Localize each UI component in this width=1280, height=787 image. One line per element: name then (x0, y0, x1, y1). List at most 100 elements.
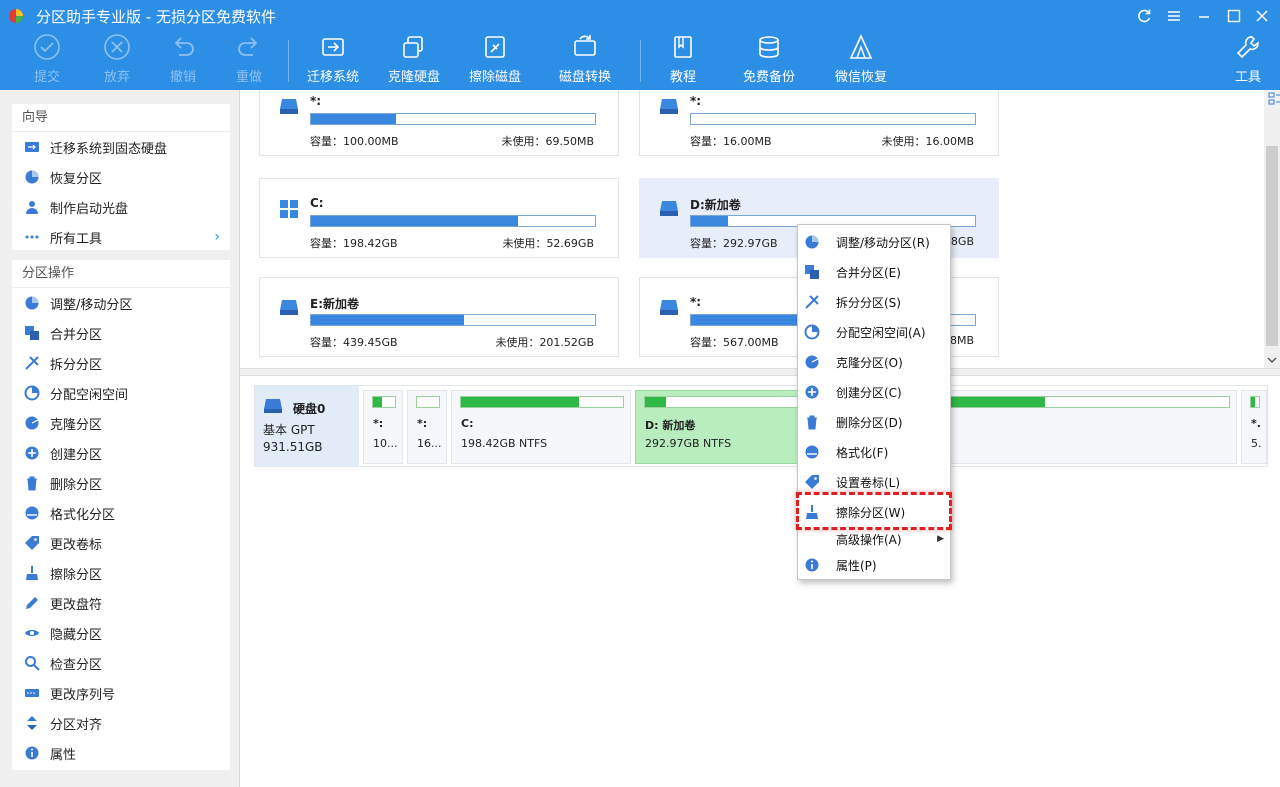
card-capacity: 容量：16.00MB (690, 133, 772, 149)
tutorial-button[interactable]: 教程 (658, 32, 708, 90)
migrate-os-button[interactable]: 迁移系统 (303, 32, 363, 90)
segment-name: D: 新加卷 (645, 419, 696, 432)
card-capacity-value: 16.00MB (723, 135, 772, 148)
context-menu-label: 格式化(F) (836, 445, 889, 460)
pie-resize-icon (25, 296, 39, 310)
sidebar-item-merge[interactable]: 合并分区 (12, 318, 230, 348)
partition-card[interactable]: E:新加卷 容量：439.45GB 未使用：201.52GB (259, 277, 619, 357)
tools-button[interactable]: 工具 (1228, 32, 1268, 90)
refresh-button[interactable] (1130, 4, 1158, 28)
migrate-disk-icon (322, 38, 344, 56)
broom-icon (806, 505, 818, 519)
tools-label: 工具 (1234, 70, 1261, 85)
context-menu-item-format[interactable]: 格式化(F) (798, 439, 950, 465)
split-icon (805, 295, 819, 309)
disk-info[interactable]: 硬盘0 基本 GPT 931.51GB (255, 386, 359, 466)
submit-button[interactable]: 提交 (22, 32, 72, 90)
disk-partition-segment[interactable]: *: 16... (407, 390, 447, 464)
usage-bar (310, 314, 596, 326)
sidebar-item-check[interactable]: 检查分区 (12, 648, 230, 678)
person-disc-icon (26, 201, 38, 214)
minimize-button[interactable] (1190, 4, 1218, 28)
context-menu-item-split[interactable]: 拆分分区(S) (798, 289, 950, 315)
card-capacity-label: 容量： (690, 237, 723, 250)
segment-usage-bar (460, 396, 624, 408)
clone-partition-icon (25, 416, 39, 430)
discard-button[interactable]: 放弃 (92, 32, 142, 90)
maximize-button[interactable] (1220, 4, 1248, 28)
scroll-thumb[interactable] (1266, 146, 1278, 346)
context-menu-item-delete[interactable]: 删除分区(D) (798, 409, 950, 435)
wipe-disk-button[interactable]: 擦除磁盘 (465, 32, 525, 90)
context-menu-item-merge[interactable]: 合并分区(E) (798, 259, 950, 285)
context-menu-item-allocate-free-space[interactable]: 分配空闲空间(A) (798, 319, 950, 345)
sidebar-item-split[interactable]: 拆分分区 (12, 348, 230, 378)
view-toggle-icon[interactable] (1267, 90, 1280, 108)
sidebar-item-wipe[interactable]: 擦除分区 (12, 558, 230, 588)
menu-button[interactable] (1160, 4, 1188, 28)
wechat-recover-button[interactable]: 微信恢复 (830, 32, 892, 90)
card-free: 未使用：201.52GB (495, 334, 594, 350)
context-menu-item-resize-move[interactable]: 调整/移动分区(R) (798, 229, 950, 255)
windows-icon (280, 200, 298, 218)
vertical-scrollbar[interactable] (1264, 90, 1280, 368)
context-menu-item-properties[interactable]: 属性(P) (798, 552, 950, 578)
segment-usage-bar (372, 396, 396, 408)
card-capacity-value: 292.97GB (723, 237, 778, 250)
merge-icon (805, 265, 819, 279)
context-menu-item-advanced[interactable]: 高级操作(A) ▶ (798, 526, 950, 552)
sidebar-item-change-letter[interactable]: 更改盘符 (12, 588, 230, 618)
disk-row[interactable]: 硬盘0 基本 GPT 931.51GB *: 10... *: 16... C:… (254, 385, 1268, 467)
undo-button[interactable]: 撤销 (158, 32, 208, 90)
redo-button[interactable]: 重做 (224, 32, 274, 90)
more-dots-icon (25, 235, 39, 239)
sidebar-item-clone[interactable]: 克隆分区 (12, 408, 230, 438)
context-menu-label: 属性(P) (836, 558, 877, 573)
recover-icon (849, 34, 873, 59)
sidebar-item-align[interactable]: 分区对齐 (12, 708, 230, 738)
clone-disk-button[interactable]: 克隆硬盘 (384, 32, 444, 90)
discard-label: 放弃 (103, 70, 130, 85)
pane-splitter[interactable] (240, 368, 1280, 376)
context-menu-item-wipe[interactable]: 擦除分区(W) (798, 499, 950, 525)
free-backup-button[interactable]: 免费备份 (738, 32, 800, 90)
sidebar-item-properties[interactable]: 属性 (12, 738, 230, 768)
segment-usage-fill (461, 397, 580, 407)
usage-bar-fill (311, 216, 519, 226)
disk-partition-segment[interactable]: C: 198.42GB NTFS (451, 390, 631, 464)
partition-card[interactable]: *: 容量：100.00MB 未使用：69.50MB (259, 90, 619, 156)
chevron-down-icon[interactable] (1266, 354, 1278, 366)
sidebar-item-allocate-free-space[interactable]: 分配空闲空间 (12, 378, 230, 408)
partition-card[interactable]: C: 容量：198.42GB 未使用：52.69GB (259, 178, 619, 258)
sidebar-item-change-serial[interactable]: 更改序列号 (12, 678, 230, 708)
card-free-value: 16.00MB (925, 135, 974, 148)
sidebar-item-create[interactable]: 创建分区 (12, 438, 230, 468)
sidebar-item-recover-partition[interactable]: 恢复分区 (12, 162, 230, 192)
sidebar-item-migrate-ssd[interactable]: 迁移系统到固态硬盘 (12, 132, 230, 162)
context-menu-item-create[interactable]: 创建分区(C) (798, 379, 950, 405)
disk-partition-segment[interactable]: *: 10... (363, 390, 403, 464)
sidebar-item-hide[interactable]: 隐藏分区 (12, 618, 230, 648)
usage-bar-fill (691, 315, 805, 325)
sidebar-item-change-label[interactable]: 更改卷标 (12, 528, 230, 558)
context-menu-item-clone[interactable]: 克隆分区(O) (798, 349, 950, 375)
disk-partition-segment[interactable]: D: 新加卷 292.97GB NTFS (635, 390, 815, 464)
disk-drive-icon (660, 201, 678, 216)
menu-icon (1168, 11, 1180, 21)
sidebar-item-make-boot-disc[interactable]: 制作启动光盘 (12, 192, 230, 222)
sidebar-item-label: 迁移系统到固态硬盘 (50, 141, 168, 157)
card-name: *: (690, 295, 702, 309)
sidebar-item-resize-move[interactable]: 调整/移动分区 (12, 288, 230, 318)
disk-partition-segment[interactable]: *. 5. (1241, 390, 1267, 464)
sidebar-item-all-tools[interactable]: 所有工具 › (12, 222, 230, 252)
sidebar-item-delete[interactable]: 删除分区 (12, 468, 230, 498)
hard-disk-icon (264, 399, 282, 413)
close-button[interactable] (1248, 4, 1276, 28)
info-icon (805, 558, 819, 572)
context-menu-item-set-label[interactable]: 设置卷标(L) (798, 469, 950, 495)
sidebar-item-format[interactable]: 格式化分区 (12, 498, 230, 528)
book-icon (674, 36, 692, 58)
disk-convert-button[interactable]: 磁盘转换 (554, 32, 616, 90)
card-capacity-value: 439.45GB (343, 336, 398, 349)
partition-card[interactable]: *: 容量：16.00MB 未使用：16.00MB (639, 90, 999, 156)
